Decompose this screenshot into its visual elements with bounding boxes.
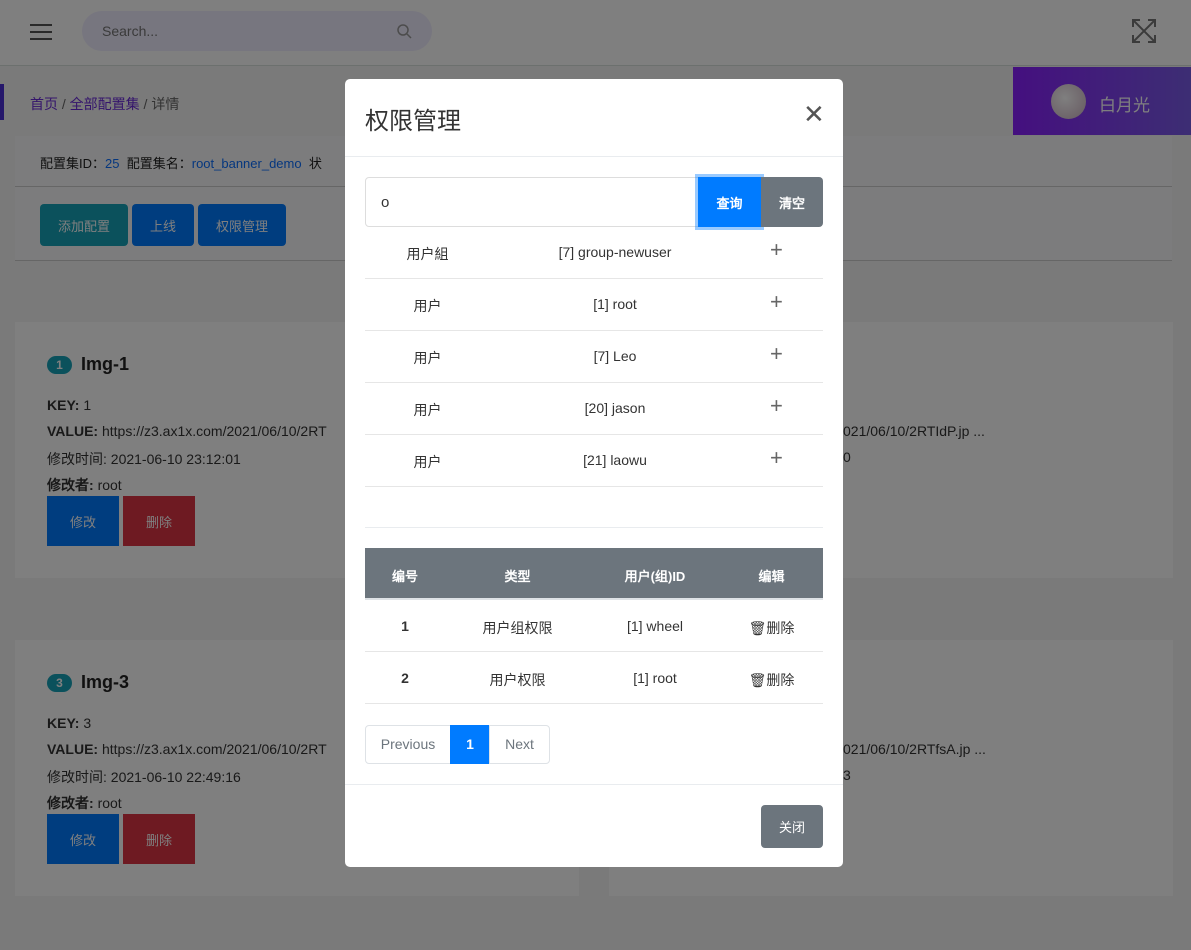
pagination-page-1[interactable]: 1 (450, 725, 490, 764)
row-id: [1] root (633, 670, 677, 686)
result-type: 用户 (413, 454, 442, 470)
result-type: 用户組 (406, 246, 449, 262)
col-header-id: 用户(组)ID (624, 569, 686, 584)
add-icon[interactable]: + (770, 445, 783, 471)
search-result-row: 用户 [21] laowu + (365, 435, 823, 487)
table-row: 2 用户权限 [1] root 🗑删除 (365, 652, 823, 704)
close-button[interactable]: 关闭 (761, 805, 823, 848)
row-type: 用户组权限 (482, 620, 553, 636)
row-no: 2 (401, 670, 409, 686)
divider (365, 527, 823, 528)
search-result-row: 用户 [7] Leo + (365, 331, 823, 383)
add-icon[interactable]: + (770, 393, 783, 419)
divider (345, 784, 843, 785)
table-row: 1 用户组权限 [1] wheel 🗑删除 (365, 600, 823, 652)
delete-link[interactable]: 🗑删除 (720, 618, 823, 638)
permission-modal: 权限管理 ✕ 查询 清空 用户組 [7] group-newuser + 用户 [1] … (345, 79, 843, 867)
trash-icon: 🗑 (748, 672, 767, 688)
col-header-no: 编号 (391, 569, 418, 584)
result-name: [1] root (593, 296, 637, 312)
search-result-row: 用户 [1] root + (365, 279, 823, 331)
result-name: [21] laowu (583, 452, 647, 468)
pagination-next[interactable]: Next (489, 725, 550, 764)
divider (345, 156, 843, 157)
result-type: 用户 (413, 350, 442, 366)
result-type: 用户 (413, 298, 442, 314)
permission-table-header: 编号 类型 用户(组)ID 编辑 (365, 548, 823, 600)
search-result-row: 用户組 [7] group-newuser + (365, 227, 823, 279)
result-name: [20] jason (584, 400, 646, 416)
trash-icon: 🗑 (748, 620, 767, 636)
delete-link[interactable]: 🗑删除 (720, 670, 823, 690)
result-type: 用户 (413, 402, 442, 418)
delete-label: 删除 (766, 672, 795, 688)
add-icon[interactable]: + (770, 289, 783, 315)
clear-button[interactable]: 清空 (761, 177, 823, 227)
result-name: [7] group-newuser (558, 244, 672, 260)
pagination-previous[interactable]: Previous (365, 725, 451, 764)
row-type: 用户权限 (489, 672, 546, 688)
delete-label: 删除 (766, 620, 795, 636)
modal-title: 权限管理 (365, 108, 461, 135)
query-button[interactable]: 查询 (698, 177, 761, 227)
user-search-input[interactable] (365, 177, 699, 227)
row-id: [1] wheel (626, 618, 684, 634)
col-header-type: 类型 (504, 569, 531, 584)
row-no: 1 (401, 618, 409, 634)
add-icon[interactable]: + (770, 341, 783, 367)
result-name: [7] Leo (593, 348, 637, 364)
close-icon[interactable]: ✕ (803, 99, 825, 130)
col-header-edit: 编辑 (758, 569, 785, 584)
add-icon[interactable]: + (770, 237, 783, 263)
search-result-row: 用户 [20] jason + (365, 383, 823, 435)
